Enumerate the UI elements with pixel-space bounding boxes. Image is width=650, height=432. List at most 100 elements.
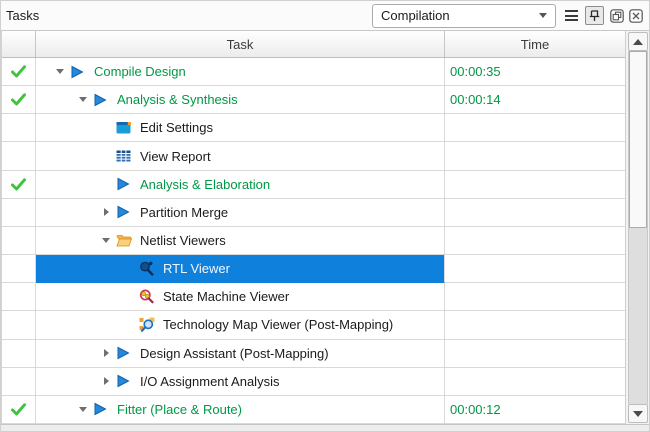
status-cell [2, 255, 36, 283]
play-icon [93, 93, 115, 107]
time-cell [445, 283, 625, 311]
time-cell [445, 255, 625, 283]
status-cell [2, 142, 36, 170]
time-cell: 00:00:14 [445, 86, 625, 114]
status-cell [2, 199, 36, 227]
panel-title: Tasks [6, 8, 39, 23]
status-cell [2, 283, 36, 311]
task-cell[interactable]: Analysis & Elaboration [36, 171, 445, 199]
collapse-arrow-icon[interactable] [73, 407, 93, 412]
time-cell [445, 142, 625, 170]
task-cell[interactable]: RTL Viewer [36, 255, 445, 283]
status-cell [2, 368, 36, 396]
time-cell [445, 199, 625, 227]
task-row[interactable]: Analysis & Synthesis 00:00:14 [2, 86, 625, 114]
task-label: I/O Assignment Analysis [138, 374, 279, 389]
task-row[interactable]: I/O Assignment Analysis [2, 368, 625, 396]
task-label: RTL Viewer [161, 261, 230, 276]
restore-button[interactable] [609, 8, 624, 23]
scroll-up-button[interactable] [628, 32, 648, 51]
task-label: Fitter (Place & Route) [115, 402, 242, 417]
task-row[interactable]: Netlist Viewers [2, 227, 625, 255]
status-cell-complete [2, 396, 36, 424]
edit-settings-icon [116, 121, 138, 134]
task-cell[interactable]: Technology Map Viewer (Post-Mapping) [36, 311, 445, 339]
time-cell: 00:00:35 [445, 58, 625, 86]
task-cell[interactable]: State Machine Viewer [36, 283, 445, 311]
task-cell[interactable]: Partition Merge [36, 199, 445, 227]
task-row[interactable]: Compile Design 00:00:35 [2, 58, 625, 86]
play-icon [116, 177, 138, 191]
flow-select-value: Compilation [381, 8, 539, 23]
close-icon [629, 9, 643, 23]
task-row[interactable]: Fitter (Place & Route) 00:00:12 [2, 396, 625, 424]
time-cell [445, 311, 625, 339]
arrow-down-icon [633, 411, 643, 417]
task-label: Netlist Viewers [138, 233, 226, 248]
scrollbar-track[interactable] [628, 51, 648, 404]
restore-icon [610, 9, 624, 23]
task-table: Task Time Compile Design00:00:35Analysis… [1, 31, 625, 424]
task-label: View Report [138, 149, 211, 164]
play-icon [116, 205, 138, 219]
task-label: Design Assistant (Post-Mapping) [138, 346, 329, 361]
task-label: Edit Settings [138, 120, 213, 135]
panel-bottom-edge [1, 424, 649, 431]
rtl-viewer-icon [139, 261, 161, 276]
task-label: Partition Merge [138, 205, 228, 220]
check-icon [11, 93, 26, 106]
task-row[interactable]: Analysis & Elaboration [2, 171, 625, 199]
task-row[interactable]: Partition Merge [2, 199, 625, 227]
task-row-selected[interactable]: RTL Viewer [2, 255, 625, 283]
state-machine-viewer-icon [139, 289, 161, 304]
task-cell[interactable]: Edit Settings [36, 114, 445, 142]
time-column-header[interactable]: Time [445, 31, 625, 57]
time-cell [445, 340, 625, 368]
collapse-arrow-icon[interactable] [96, 238, 116, 243]
task-label: Compile Design [92, 64, 186, 79]
pin-button[interactable] [585, 6, 604, 25]
expand-arrow-icon[interactable] [96, 208, 116, 216]
expand-arrow-icon[interactable] [96, 377, 116, 385]
task-label: State Machine Viewer [161, 289, 289, 304]
task-cell[interactable]: Design Assistant (Post-Mapping) [36, 340, 445, 368]
flow-select-dropdown[interactable]: Compilation [372, 4, 556, 28]
task-row[interactable]: Design Assistant (Post-Mapping) [2, 340, 625, 368]
task-cell[interactable]: View Report [36, 142, 445, 170]
task-cell[interactable]: Fitter (Place & Route) [36, 396, 445, 424]
play-icon [70, 65, 92, 79]
task-row[interactable]: Edit Settings [2, 114, 625, 142]
status-column-header[interactable] [2, 31, 36, 57]
task-column-header[interactable]: Task [36, 31, 445, 57]
task-row[interactable]: State Machine Viewer [2, 283, 625, 311]
scroll-down-button[interactable] [628, 404, 648, 423]
play-icon [116, 374, 138, 388]
time-cell: 00:00:12 [445, 396, 625, 424]
task-cell[interactable]: Netlist Viewers [36, 227, 445, 255]
task-cell[interactable]: I/O Assignment Analysis [36, 368, 445, 396]
task-cell[interactable]: Compile Design [36, 58, 445, 86]
task-label: Analysis & Synthesis [115, 92, 238, 107]
collapse-arrow-icon[interactable] [73, 97, 93, 102]
task-row[interactable]: View Report [2, 142, 625, 170]
task-cell[interactable]: Analysis & Synthesis [36, 86, 445, 114]
scrollbar-thumb[interactable] [629, 51, 647, 228]
check-icon [11, 403, 26, 416]
task-label: Technology Map Viewer (Post-Mapping) [161, 317, 393, 332]
status-cell [2, 340, 36, 368]
status-cell [2, 311, 36, 339]
status-cell [2, 227, 36, 255]
menu-icon[interactable] [565, 10, 578, 21]
task-row[interactable]: Technology Map Viewer (Post-Mapping) [2, 311, 625, 339]
chevron-down-icon [539, 13, 547, 18]
vertical-scrollbar[interactable] [625, 31, 650, 424]
pin-icon [589, 10, 600, 22]
close-button[interactable] [628, 8, 643, 23]
time-cell [445, 368, 625, 396]
check-icon [11, 178, 26, 191]
status-cell-complete [2, 58, 36, 86]
folder-icon [116, 234, 138, 247]
expand-arrow-icon[interactable] [96, 349, 116, 357]
play-icon [116, 346, 138, 360]
collapse-arrow-icon[interactable] [50, 69, 70, 74]
